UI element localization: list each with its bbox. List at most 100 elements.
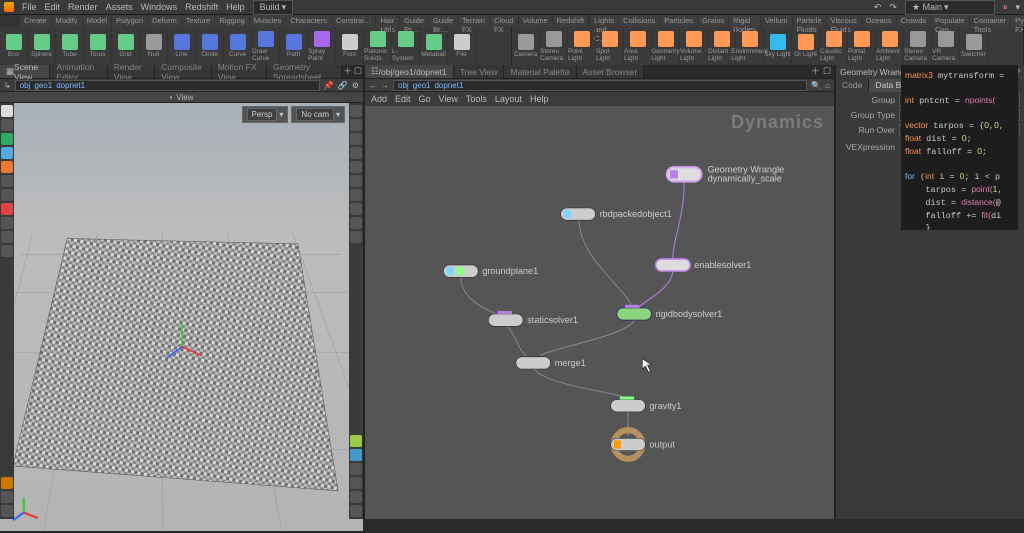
shelf-tool-gi-light[interactable]: GI Light (792, 27, 820, 65)
disp-gear-icon[interactable] (350, 505, 362, 517)
search-icon[interactable]: 🔍 (811, 81, 821, 90)
menu-assets[interactable]: Assets (106, 2, 133, 12)
viewport-3d[interactable]: Persp ▾ No cam ▾ (0, 103, 363, 519)
vex-code-field[interactable]: matrix3 mytransform = int pntcnt = npoin… (901, 65, 1018, 230)
shelf-tool-curve[interactable]: Curve (224, 27, 252, 65)
shelf-tab[interactable]: Viscous Fluids (827, 15, 861, 27)
shelf-tool-vr-camera[interactable]: VR Camera (932, 27, 960, 65)
gamma-icon[interactable] (350, 175, 362, 187)
shelf-tool-tube[interactable]: Tube (56, 27, 84, 65)
plus-icon[interactable]: ＋ (811, 65, 821, 75)
shelf-tab[interactable]: Container Tools (970, 15, 1011, 27)
plus-icon[interactable]: ＋ (343, 65, 352, 75)
tab-animation-editor[interactable]: Animation Editor (50, 65, 107, 78)
net-menu-edit[interactable]: Edit (395, 94, 411, 104)
shelf-tab[interactable]: Cloud FX (490, 15, 518, 27)
lasso-tool[interactable] (1, 119, 13, 131)
color-icon[interactable] (350, 435, 362, 447)
shelf-tool-box[interactable]: Box (0, 27, 28, 65)
shelf-tool-environment-light[interactable]: Environment Light (736, 27, 764, 65)
shelf-tab[interactable]: Collisions (619, 15, 659, 27)
node-output[interactable]: output (611, 430, 676, 459)
disp-icon[interactable] (350, 203, 362, 215)
disp3-icon[interactable] (350, 491, 362, 503)
shelf-tool-draw-curve[interactable]: Draw Curve (252, 27, 280, 65)
net-menu-help[interactable]: Help (530, 94, 549, 104)
tab-scene-view[interactable]: ▦ Scene View (0, 65, 50, 78)
shelf-tool-geometry-light[interactable]: Geometry Light (652, 27, 680, 65)
shelf-tab[interactable]: Particle Fluids (793, 15, 826, 27)
opt-icon[interactable] (350, 217, 362, 229)
shelf-tab[interactable]: Volume (519, 15, 552, 27)
shelf-tab[interactable]: Deform (148, 15, 181, 27)
shelf-tool-switcher[interactable]: Switcher (960, 27, 988, 65)
wire-icon[interactable] (350, 147, 362, 159)
path-seg-geo[interactable]: geo1 (34, 81, 52, 90)
shelf-tool-sky-light[interactable]: Sky Light (764, 27, 792, 65)
shelf-tool-camera[interactable]: Camera (512, 27, 540, 65)
disp2-icon[interactable] (350, 477, 362, 489)
shade-icon[interactable] (350, 133, 362, 145)
shelf-tool-spray-paint[interactable]: Spray Paint (308, 27, 336, 65)
light-icon[interactable] (350, 119, 362, 131)
shelf-tab[interactable]: Constrai… (332, 15, 375, 27)
scale-tool[interactable] (1, 161, 13, 173)
shelf-tool-area-light[interactable]: Area Light (624, 27, 652, 65)
path-a[interactable]: obj (398, 81, 409, 90)
shelf-tab[interactable]: Pyro FX (1011, 15, 1024, 27)
node-rigidbodysolver[interactable]: rigidbodysolver1 (617, 305, 722, 320)
link-icon[interactable]: 🔗 (338, 81, 348, 90)
undo-icon[interactable]: ↶ (874, 2, 882, 13)
net-menu-go[interactable]: Go (419, 94, 431, 104)
shelf-tab[interactable]: Rigid Bodies (729, 15, 760, 27)
tab-composite-view[interactable]: Composite View (155, 65, 212, 78)
maximize-icon[interactable]: ▢ (823, 65, 833, 75)
shelf-tool-spot-light[interactable]: Spot Light (596, 27, 624, 65)
vis-icon[interactable] (350, 231, 362, 243)
a-icon[interactable] (1, 477, 13, 489)
camera-dropdown[interactable]: No cam ▾ (291, 106, 345, 123)
node-groundplane[interactable]: groundplane1 (444, 265, 539, 277)
gear-icon[interactable]: ⚙ (352, 81, 359, 90)
snap-tool[interactable] (1, 189, 13, 201)
node-gravity[interactable]: gravity1 (611, 397, 682, 412)
shelf-tool-ambient-light[interactable]: Ambient Light (876, 27, 904, 65)
shelf-tool-caustic-light[interactable]: Caustic Light (820, 27, 848, 65)
scene-path-field[interactable]: obj geo1 dopnet1 (15, 80, 320, 91)
shelf-tab[interactable]: Polygon (112, 15, 147, 27)
shelf-tab[interactable]: Redshift (553, 15, 589, 27)
node-dynamically-scale[interactable]: Geometry Wrangle dynamically_scale (667, 164, 784, 183)
network-path-field[interactable]: obj geo1 dopnet1 (393, 80, 807, 91)
shelf-tool-path[interactable]: Path (280, 27, 308, 65)
network-editor[interactable]: Dynamics Geometry Wrangle dynamically_sc… (365, 106, 834, 519)
shelf-tab[interactable]: Modify (52, 15, 82, 27)
path-c[interactable]: dopnet1 (434, 81, 463, 90)
shelf-tab[interactable]: Populate Con… (931, 15, 969, 27)
shelf-tab[interactable]: Vellum (761, 15, 792, 27)
pause-icon[interactable]: ⏸ (1003, 2, 1008, 13)
shelf-tool-line[interactable]: Line (168, 27, 196, 65)
path-seg-obj[interactable]: obj (20, 81, 31, 90)
shelf-tool-metaball[interactable]: Metaball (420, 27, 448, 65)
shelf-tool-null[interactable]: Null (140, 27, 168, 65)
tab-tree-view[interactable]: Tree View (454, 65, 505, 78)
net-menu-layout[interactable]: Layout (495, 94, 522, 104)
node-enablesolver[interactable]: enablesolver1 (656, 259, 752, 271)
net-menu-view[interactable]: View (439, 94, 458, 104)
inspect-tool[interactable] (1, 245, 13, 257)
shelf-tab[interactable]: Texture (182, 15, 215, 27)
shelf-tool-platonic-solids[interactable]: Platonic Solids (364, 27, 392, 65)
node-staticsolver[interactable]: staticsolver1 (488, 311, 578, 326)
menu-redshift[interactable]: Redshift (185, 2, 218, 12)
shelf-tool-grid[interactable]: Grid (112, 27, 140, 65)
tab-asset-browser[interactable]: Asset Browser (577, 65, 645, 78)
b-icon[interactable] (1, 491, 13, 503)
shelf-tool-l-system[interactable]: L-System (392, 27, 420, 65)
shelf-tab[interactable]: Particles (660, 15, 697, 27)
shelf-tool-torus[interactable]: Torus (84, 27, 112, 65)
shelf-tool-file[interactable]: File (448, 27, 476, 65)
shelf-tool-stereo-camera[interactable]: Stereo Camera (540, 27, 568, 65)
tab-motionfx-view[interactable]: Motion FX View (212, 65, 267, 78)
shelf-tool-circle[interactable]: Circle (196, 27, 224, 65)
pin-icon[interactable]: 📌 (324, 81, 334, 90)
